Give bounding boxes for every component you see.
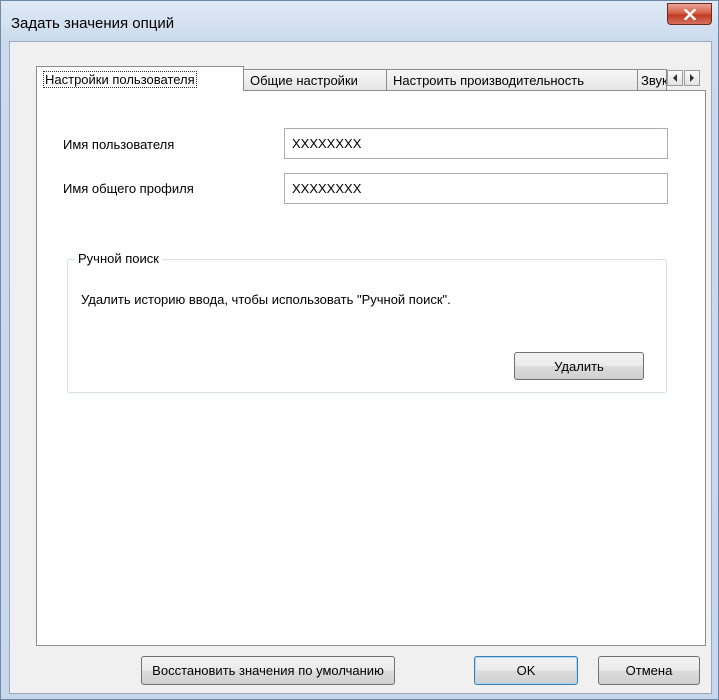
tab-user-settings-label: Настройки пользователя [43, 71, 197, 88]
delete-history-button[interactable]: Удалить [514, 352, 644, 380]
tab-sound-label: Звук [641, 73, 667, 88]
profile-name-label: Имя общего профиля [63, 181, 194, 196]
manual-search-legend: Ручной поиск [75, 251, 162, 266]
user-settings-panel: Имя пользователя Имя общего профиля Ручн… [36, 90, 706, 646]
title-bar[interactable]: Задать значения опций [1, 1, 718, 41]
tab-user-settings[interactable]: Настройки пользователя [36, 66, 244, 91]
options-dialog: Задать значения опций Настройки пользова… [0, 0, 719, 700]
tab-general-settings[interactable]: Общие настройки [243, 69, 387, 90]
restore-defaults-button[interactable]: Восстановить значения по умолчанию [141, 656, 395, 685]
username-label: Имя пользователя [63, 137, 175, 152]
chevron-right-icon [690, 74, 694, 82]
tab-general-settings-label: Общие настройки [250, 73, 358, 88]
profile-name-input[interactable] [284, 173, 668, 204]
manual-search-description: Удалить историю ввода, чтобы использоват… [81, 292, 451, 307]
ok-button[interactable]: OK [474, 656, 578, 685]
tab-strip: Настройки пользователя Общие настройки Н… [36, 66, 700, 91]
tab-sound[interactable]: Звук [637, 69, 667, 90]
manual-search-group: Ручной поиск Удалить историю ввода, чтоб… [67, 251, 667, 393]
username-input[interactable] [284, 128, 668, 159]
tab-performance[interactable]: Настроить производительность [386, 69, 638, 90]
window-title: Задать значения опций [11, 15, 175, 32]
tab-performance-label: Настроить производительность [393, 73, 585, 88]
cancel-button[interactable]: Отмена [598, 656, 700, 685]
chevron-left-icon [673, 74, 677, 82]
close-button[interactable] [667, 3, 712, 25]
dialog-client-area: Настройки пользователя Общие настройки Н… [9, 41, 712, 694]
close-icon [683, 8, 696, 20]
tab-scroll-right[interactable] [684, 70, 700, 86]
tab-scroll-left[interactable] [667, 70, 683, 86]
